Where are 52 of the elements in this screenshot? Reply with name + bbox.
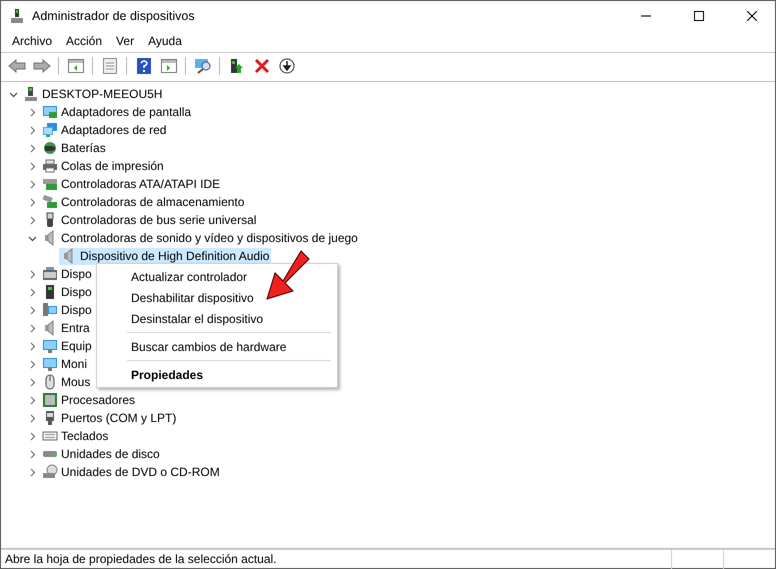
tree-item[interactable]: Dispo	[40, 266, 94, 282]
tree-item[interactable]: Unidades de DVD o CD-ROM	[40, 464, 222, 480]
menu-item[interactable]: Desinstalar el dispositivo	[99, 308, 335, 329]
printer-icon	[42, 158, 58, 174]
window-title: Administrador de dispositivos	[32, 8, 196, 22]
tree-item[interactable]: Colas de impresión	[40, 158, 166, 174]
tree-item[interactable]: Equip	[40, 338, 94, 354]
storage-icon	[42, 194, 58, 210]
network-icon	[42, 122, 58, 138]
tree-item[interactable]: Baterías	[40, 140, 108, 156]
disk-drive-icon	[42, 450, 58, 458]
tree-item[interactable]: Dispo	[40, 284, 94, 300]
tree-item[interactable]: Teclados	[40, 428, 110, 444]
tree-item[interactable]: Adaptadores de pantalla	[40, 104, 194, 120]
tree-item[interactable]: Unidades de disco	[40, 446, 162, 462]
tree-item[interactable]: Adaptadores de red	[40, 122, 168, 138]
tree-item[interactable]: Controladoras ATA/ATAPI IDE	[40, 176, 222, 192]
chip-icon	[42, 392, 58, 408]
tree-item[interactable]: Puertos (COM y LPT)	[40, 410, 178, 426]
tree-item[interactable]: Dispositivo de High Definition Audio	[59, 248, 272, 264]
tree-item[interactable]: Controladoras de sonido y vídeo y dispositivos de juego	[40, 230, 360, 246]
menu-item[interactable]: Deshabilitar dispositivo	[99, 287, 335, 308]
tree-item[interactable]: DESKTOP-MEEOU5H	[21, 86, 164, 102]
status-text: Abre la hoja de propiedades de la selección actual.	[4, 552, 278, 566]
menu-item[interactable]: Actualizar controlador	[99, 266, 335, 287]
device-upload-icon	[230, 58, 243, 74]
maximize-icon	[694, 10, 704, 20]
menu-item[interactable]: Acción	[59, 30, 110, 52]
monitor-icon	[42, 356, 58, 372]
tree-item[interactable]: Controladoras de bus serie universal	[40, 212, 258, 228]
tree-item[interactable]: Mous	[40, 374, 92, 390]
tree-item[interactable]: Procesadores	[40, 392, 138, 408]
tree-item[interactable]: Controladoras de almacenamiento	[40, 194, 246, 210]
battery-icon	[42, 140, 58, 156]
monitor-icon	[42, 338, 58, 354]
menu-item[interactable]: Ayuda	[141, 30, 189, 52]
tree-item[interactable]: Entra	[40, 320, 92, 336]
menu-item[interactable]: Buscar cambios de hardware	[99, 336, 335, 357]
menu-item[interactable]: Propiedades	[99, 364, 335, 385]
tree-item[interactable]: Dispo	[40, 302, 94, 318]
minimize-icon	[641, 14, 651, 16]
tree-item[interactable]: Moni	[40, 356, 90, 372]
menu-item[interactable]: Ver	[109, 30, 142, 52]
computer-tower-icon	[23, 86, 39, 102]
monitor-board-icon	[42, 104, 58, 120]
controller-board-icon	[42, 176, 58, 192]
computer-icon	[42, 302, 58, 318]
disc-drive-icon	[42, 464, 58, 480]
hid-icon	[42, 266, 58, 282]
app-icon	[9, 8, 25, 24]
menu-item[interactable]: Archivo	[5, 30, 60, 52]
close-icon	[747, 10, 757, 20]
